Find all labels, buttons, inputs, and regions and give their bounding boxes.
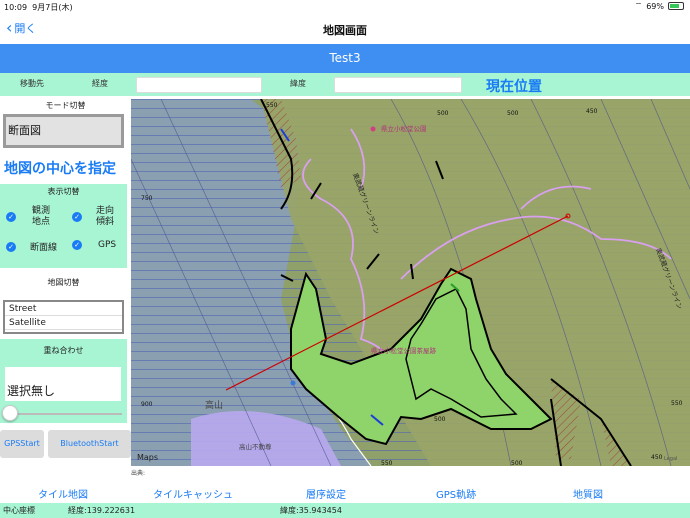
left-panel: モード切替 断面図 地図の中心を指定 表示切替 ✓ 観測 地点 ✓ 走向 傾斜 … <box>0 96 131 466</box>
battery-percent: 69% <box>646 1 664 11</box>
contour-label: 450 <box>586 108 598 115</box>
wifi-icon: ⌔ <box>634 1 643 10</box>
destination-label: 移動先 <box>20 79 44 88</box>
park-icon <box>370 126 376 132</box>
place-label: 県立小松堂公園 <box>381 124 427 133</box>
contour-label: 500 <box>507 110 519 117</box>
latitude-input[interactable] <box>334 77 462 93</box>
status-bar: 10:09 9月7日(木) ⌔ 69% <box>0 0 690 14</box>
contour-label: 550 <box>266 102 278 109</box>
page-title: 地図画面 <box>323 24 367 37</box>
display-toggle-box: 表示切替 ✓ 観測 地点 ✓ 走向 傾斜 ✓ 断面線 ✓ GPS <box>0 184 127 268</box>
bottom-tabs: タイル地図 タイルキャッシュ 層序設定 GPS軌跡 地質図 <box>0 483 690 503</box>
contour-label: 500 <box>511 460 523 466</box>
battery-icon <box>668 2 684 10</box>
overlay-label: 重ね合わせ <box>43 346 84 355</box>
poi-icon <box>290 380 296 386</box>
check-observation-point[interactable]: ✓ 観測 地点 <box>6 206 50 228</box>
map-type-picker[interactable]: Street Satellite <box>3 300 124 334</box>
place-label: 高山不動尊 <box>239 442 272 451</box>
check-section-line[interactable]: ✓ 断面線 <box>6 240 57 253</box>
checkmark-icon: ✓ <box>72 240 82 250</box>
status-right: ⌔ 69% <box>635 1 684 11</box>
contour-label: 550 <box>381 460 393 466</box>
contour-label: 750 <box>141 195 153 202</box>
project-header: Test3 <box>0 44 690 73</box>
opacity-slider-knob[interactable] <box>2 405 18 421</box>
place-label: 県立小松堂公園茶屋跡 <box>371 346 437 355</box>
checkmark-icon: ✓ <box>6 241 16 252</box>
overlay-box: 重ね合わせ 選択無し <box>0 339 127 423</box>
bluetooth-start-button[interactable]: BluetoothStart <box>48 430 131 458</box>
center-coordinate-label: 中心座標 <box>3 506 35 515</box>
check-strike-dip[interactable]: ✓ 走向 傾斜 <box>72 206 114 228</box>
checkmark-icon: ✓ <box>72 212 82 222</box>
tab-geology-map[interactable]: 地質図 <box>573 486 603 501</box>
map-credit: 出典: <box>131 470 146 477</box>
tab-tile-map[interactable]: タイル地図 <box>38 486 88 501</box>
opacity-slider-track[interactable] <box>10 413 122 415</box>
center-latitude: 緯度:35.943454 <box>280 506 342 515</box>
center-longitude: 経度:139.222631 <box>68 506 136 515</box>
check-gps[interactable]: ✓ GPS <box>72 240 116 250</box>
map-view[interactable]: 550 500 500 450 750 900 500 550 500 550 … <box>131 99 690 466</box>
status-time: 10:09 9月7日(木) <box>4 3 73 12</box>
map-option-satellite[interactable]: Satellite <box>5 316 122 330</box>
gps-start-button[interactable]: GPSStart <box>0 430 44 458</box>
maps-logo: Maps <box>137 453 158 462</box>
tab-gps-track[interactable]: GPS軌跡 <box>436 486 476 501</box>
latitude-label: 緯度 <box>290 79 306 88</box>
display-toggle-label: 表示切替 <box>47 187 80 196</box>
map-canvas[interactable]: 550 500 500 450 750 900 500 550 500 550 … <box>131 99 690 466</box>
longitude-input[interactable] <box>136 77 262 93</box>
map-switch-label: 地図切替 <box>47 278 80 287</box>
contour-label: 500 <box>437 110 449 117</box>
legal-link[interactable]: Legal <box>664 456 677 462</box>
place-label: 高山 <box>205 399 223 411</box>
current-position-button[interactable]: 現在位置 <box>486 76 542 96</box>
overlay-select[interactable]: 選択無し <box>5 367 121 401</box>
checkmark-icon: ✓ <box>6 212 16 222</box>
set-map-center-button[interactable]: 地図の中心を指定 <box>4 158 116 178</box>
contour-label: 450 <box>651 454 663 461</box>
map-option-street[interactable]: Street <box>5 302 122 316</box>
coordinate-row: 移動先 経度 緯度 現在位置 <box>0 73 690 96</box>
center-coordinate-bar: 中心座標 経度:139.222631 緯度:35.943454 <box>0 503 690 518</box>
tab-stratigraphy[interactable]: 層序設定 <box>306 486 346 501</box>
contour-label: 900 <box>141 401 153 408</box>
mode-button[interactable]: 断面図 <box>3 114 124 148</box>
contour-label: 500 <box>434 416 446 423</box>
contour-label: 550 <box>671 400 683 407</box>
mode-switch-label: モード切替 <box>45 101 86 110</box>
tab-tile-cache[interactable]: タイルキャッシュ <box>153 486 233 501</box>
nav-bar: ‹ 開く 地図画面 <box>0 14 690 44</box>
longitude-label: 経度 <box>92 79 108 88</box>
